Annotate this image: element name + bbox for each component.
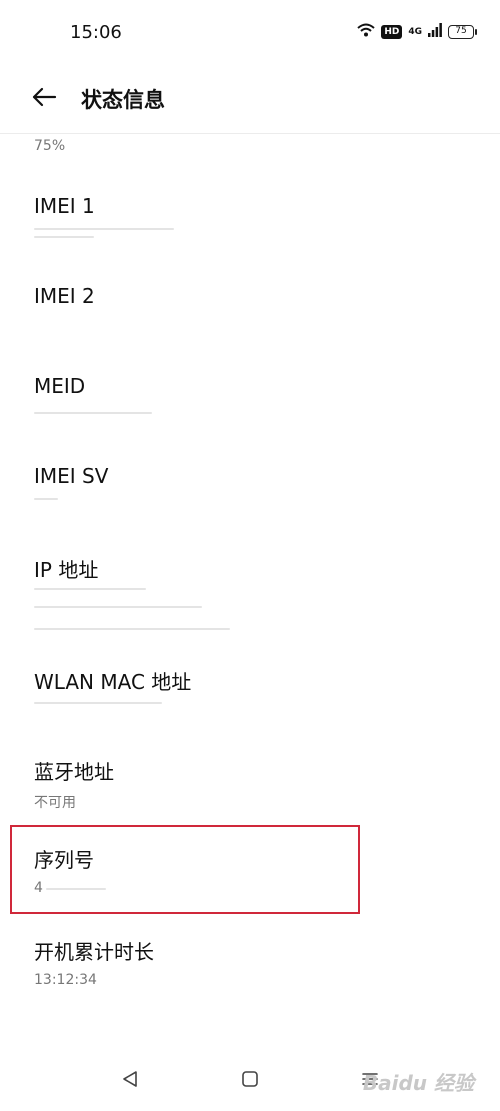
list-item-meid[interactable]: MEID: [0, 360, 500, 448]
arrow-left-icon: [31, 87, 57, 111]
item-label: MEID: [34, 374, 86, 398]
item-label: IP 地址: [34, 558, 99, 582]
list-item-uptime[interactable]: 开机累计时长 13:12:34: [0, 922, 500, 1002]
list-item-bluetooth-address[interactable]: 蓝牙地址 不可用: [0, 742, 500, 822]
hd-badge: HD: [381, 24, 403, 39]
redacted-value: [34, 588, 146, 590]
item-label: IMEI SV: [34, 464, 109, 488]
signal-icon: [428, 22, 442, 41]
app-bar: 状态信息: [0, 64, 500, 134]
item-value: 13:12:34: [34, 972, 97, 988]
redacted-value: [34, 606, 202, 608]
redacted-value: [34, 412, 152, 414]
navigation-bar: Baidu 经验: [0, 1050, 500, 1111]
item-label: WLAN MAC 地址: [34, 670, 192, 694]
list-item-ip-address[interactable]: IP 地址: [0, 540, 500, 650]
nav-home-button[interactable]: [235, 1066, 265, 1096]
item-label: 开机累计时长: [34, 940, 154, 964]
item-value: 不可用: [34, 795, 76, 811]
list-item-wlan-mac[interactable]: WLAN MAC 地址: [0, 652, 500, 740]
highlight-box: [10, 825, 360, 914]
status-bar: 15:06 HD 4G 75: [0, 0, 500, 64]
item-label: IMEI 1: [34, 194, 95, 218]
wifi-icon: [357, 22, 375, 41]
status-time: 15:06: [70, 22, 122, 43]
back-button[interactable]: [24, 82, 64, 116]
battery-icon: 75: [448, 24, 477, 39]
list-item-imei1[interactable]: IMEI 1: [0, 180, 500, 268]
redacted-value: [34, 628, 230, 630]
redacted-value: [34, 228, 174, 230]
network-type-label: 4G: [408, 26, 422, 37]
list-item-imei2[interactable]: IMEI 2: [0, 270, 500, 358]
redacted-value: [34, 498, 58, 500]
page-title: 状态信息: [81, 88, 165, 112]
battery-level-value: 75%: [34, 138, 66, 154]
watermark: Baidu 经验: [362, 1071, 474, 1095]
redacted-value: [34, 702, 162, 704]
redacted-value: [34, 236, 94, 238]
nav-back-button[interactable]: [115, 1066, 145, 1096]
status-icons: HD 4G 75: [357, 22, 477, 41]
item-label: IMEI 2: [34, 284, 95, 308]
back-triangle-icon: [121, 1070, 139, 1092]
list-item-imei-sv[interactable]: IMEI SV: [0, 450, 500, 538]
home-square-icon: [241, 1070, 259, 1092]
item-label: 蓝牙地址: [34, 760, 114, 784]
